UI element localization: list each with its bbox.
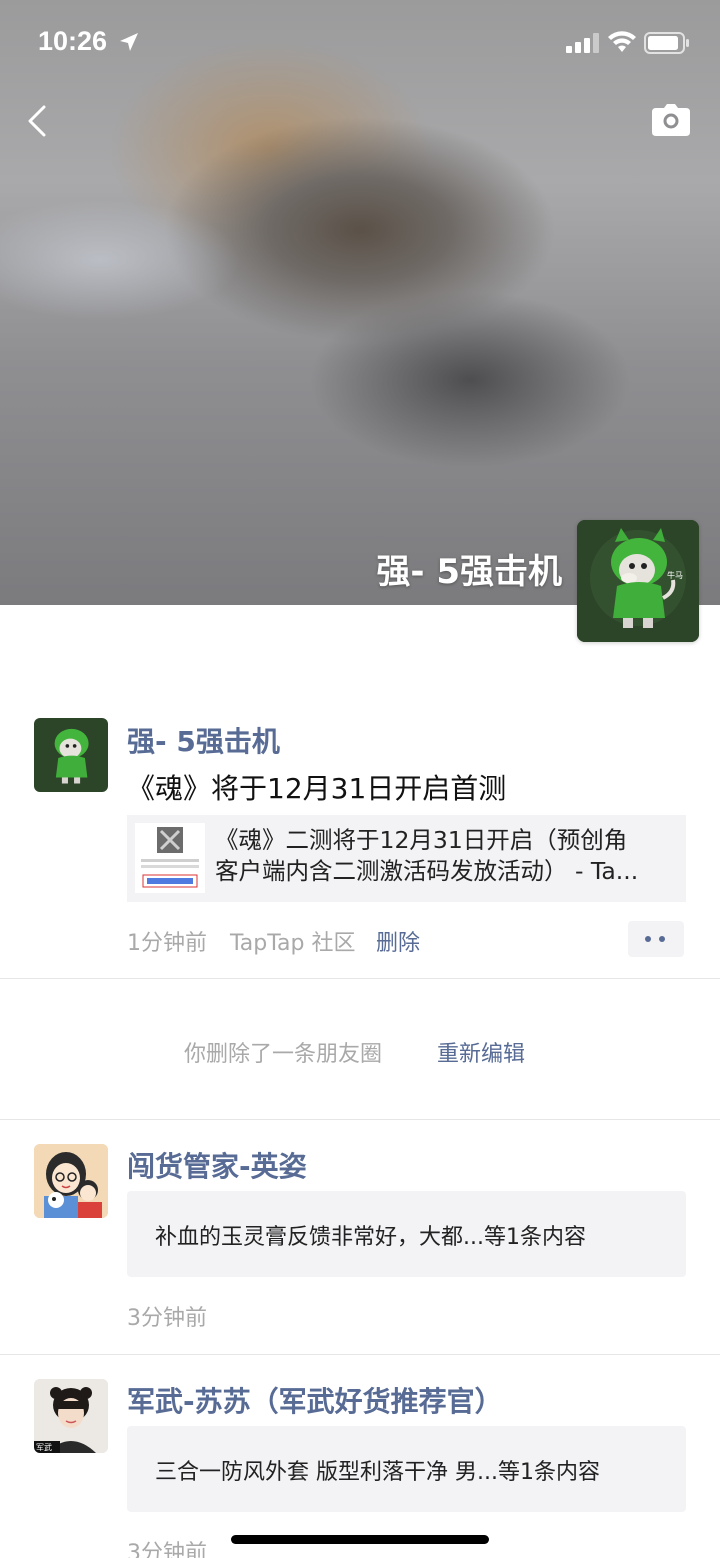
feed-item-author[interactable]: 闯货管家-英姿 bbox=[127, 1145, 307, 1185]
feed-item-content-card[interactable]: 补血的玉灵膏反馈非常好，大都...等1条内容 bbox=[127, 1191, 686, 1277]
link-thumbnail-image bbox=[135, 823, 205, 893]
profile-avatar[interactable]: 牛马 bbox=[577, 520, 699, 642]
wifi-icon bbox=[608, 31, 636, 52]
svg-text:牛马: 牛马 bbox=[667, 570, 683, 580]
feed-item-avatar[interactable]: 军武 bbox=[34, 1379, 108, 1453]
post-time: 1分钟前 bbox=[127, 931, 207, 956]
cellular-signal-icon bbox=[566, 33, 599, 53]
status-bar: 10:26 bbox=[0, 0, 720, 88]
location-arrow-icon bbox=[120, 33, 138, 51]
battery-icon bbox=[644, 32, 689, 54]
cartoon-people-avatar-image bbox=[34, 1144, 108, 1218]
re-edit-button[interactable]: 重新编辑 bbox=[437, 1036, 525, 1068]
home-indicator[interactable] bbox=[231, 1535, 489, 1544]
shared-link-card[interactable]: 《魂》二测将于12月31日开启（预创角 客户端内含二测激活码发放活动） - Ta… bbox=[127, 815, 686, 902]
green-hoodie-character-image bbox=[34, 718, 108, 792]
feed-item-author[interactable]: 军武-苏苏（军武好货推荐官） bbox=[127, 1380, 503, 1420]
delete-button[interactable]: 删除 bbox=[376, 925, 420, 957]
post-author-name[interactable]: 强- 5强击机 bbox=[127, 720, 280, 760]
feed-item-snippet: 三合一防风外套 版型利落干净 男...等1条内容 bbox=[155, 1460, 600, 1485]
back-chevron-icon[interactable] bbox=[24, 103, 52, 139]
dot bbox=[645, 936, 651, 942]
divider bbox=[0, 1354, 720, 1355]
post-source[interactable]: TapTap 社区 bbox=[230, 925, 355, 957]
portrait-photo-avatar-image: 军武 bbox=[34, 1379, 108, 1453]
link-title-line: 《魂》二测将于12月31日开启（预创角 bbox=[215, 826, 628, 854]
deleted-notice-text: 你删除了一条朋友圈 bbox=[184, 1042, 383, 1067]
dot bbox=[659, 936, 665, 942]
svg-text:军武: 军武 bbox=[36, 1442, 52, 1452]
cover-photo[interactable]: 10:26 强- 5强击机 bbox=[0, 0, 720, 605]
green-hoodie-character-image: 牛马 bbox=[577, 520, 699, 642]
post-text: 《魂》将于12月31日开启首测 bbox=[127, 772, 507, 805]
more-actions-button[interactable] bbox=[628, 921, 684, 957]
feed-item-time: 3分钟前 bbox=[127, 1541, 207, 1558]
status-time: 10:26 bbox=[38, 26, 108, 56]
feed-item-time: 3分钟前 bbox=[127, 1306, 207, 1331]
feed-item-avatar[interactable] bbox=[34, 1144, 108, 1218]
feed-item-content-card[interactable]: 三合一防风外套 版型利落干净 男...等1条内容 bbox=[127, 1426, 686, 1512]
link-title-line: 客户端内含二测激活码发放活动） - Ta... bbox=[215, 857, 639, 885]
link-thumbnail bbox=[135, 823, 205, 893]
divider bbox=[0, 1119, 720, 1120]
post-author-avatar[interactable] bbox=[34, 718, 108, 792]
profile-name: 强- 5强击机 bbox=[376, 552, 562, 592]
link-title: 《魂》二测将于12月31日开启（预创角 客户端内含二测激活码发放活动） - Ta… bbox=[215, 825, 677, 887]
divider bbox=[0, 978, 720, 979]
camera-icon[interactable] bbox=[652, 104, 690, 136]
feed-item-snippet: 补血的玉灵膏反馈非常好，大都...等1条内容 bbox=[155, 1225, 586, 1250]
